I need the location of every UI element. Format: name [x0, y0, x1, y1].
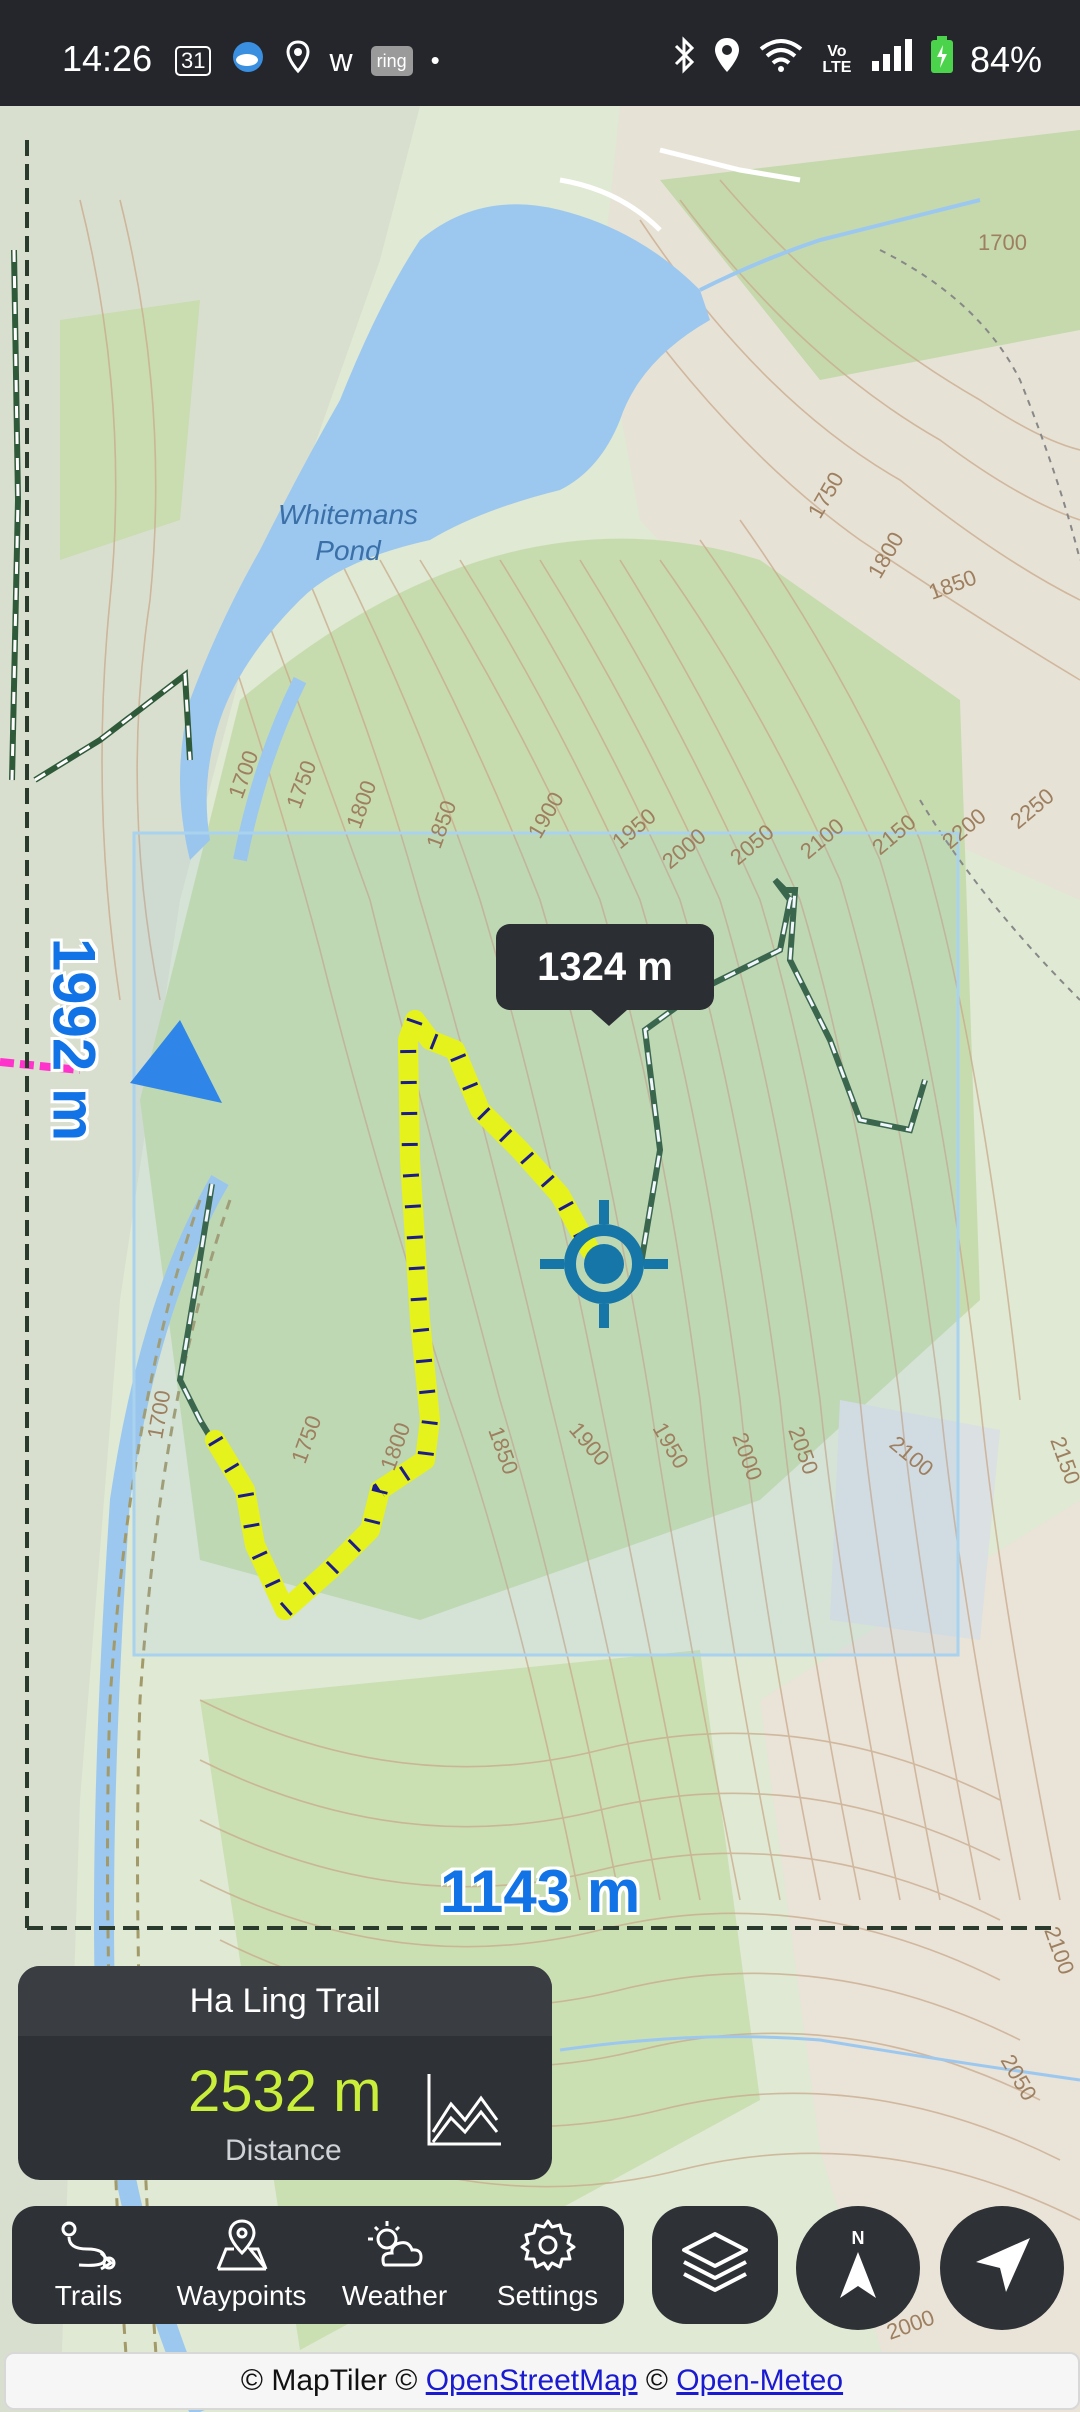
compass-button[interactable]: N: [796, 2206, 920, 2330]
lake-label-line1: Whitemans: [278, 499, 418, 530]
layers-icon: [680, 2230, 750, 2301]
weather-cloud-icon: [229, 41, 267, 80]
nav-weather[interactable]: Weather: [318, 2206, 471, 2324]
osm-link[interactable]: OpenStreetMap: [426, 2364, 638, 2397]
battery-percent: 84%: [969, 38, 1042, 80]
w-icon: w: [329, 42, 353, 78]
attribution-prefix: © MapTiler ©: [240, 2364, 426, 2397]
wifi-icon: [758, 37, 804, 82]
scale-label-vertical: 1992 m: [40, 937, 108, 1142]
nav-waypoints[interactable]: Waypoints: [165, 2206, 318, 2324]
signal-icon: [870, 37, 914, 82]
calendar-icon: 31: [175, 45, 212, 76]
svg-text:N: N: [852, 2228, 865, 2248]
settings-icon: [518, 2219, 578, 2276]
lake-label-line2: Pond: [315, 535, 382, 566]
bluetooth-icon: [672, 36, 696, 83]
trail-name: Ha Ling Trail: [18, 1966, 552, 2036]
scale-label-horizontal: 1143 m: [440, 1858, 641, 1925]
volte-icon: Vo LTE: [822, 42, 852, 76]
trail-distance: 2532 m: [188, 2059, 382, 2124]
dot-icon: •: [430, 45, 440, 75]
attribution-separator: ©: [637, 2364, 677, 2397]
trail-info-card[interactable]: Ha Ling Trail 2532 m Distance: [18, 1966, 552, 2180]
status-right-icons: Vo LTE 84%: [672, 36, 1042, 83]
nav-settings[interactable]: Settings: [471, 2206, 624, 2324]
open-meteo-link[interactable]: Open-Meteo: [676, 2364, 843, 2397]
weather-icon: [365, 2219, 425, 2276]
map-attribution: © MapTiler © OpenStreetMap © Open-Meteo: [4, 2352, 1080, 2410]
status-time: 14:26: [62, 38, 153, 79]
navigation-arrow-icon: [970, 2234, 1034, 2303]
trail-distance-label: Distance: [225, 2134, 342, 2167]
layers-button[interactable]: [652, 2206, 778, 2324]
contour-label: 1700: [978, 230, 1027, 255]
nav-weather-label: Weather: [341, 2280, 448, 2311]
location-icon: [712, 36, 742, 83]
elevation-graph-icon[interactable]: [423, 2070, 503, 2155]
nav-waypoints-label: Waypoints: [176, 2280, 307, 2311]
nav-trails[interactable]: Trails: [12, 2206, 165, 2324]
ring-icon: ring: [370, 45, 413, 76]
elevation-tooltip: 1324 m: [496, 924, 714, 1026]
compass-north-icon: N: [828, 2228, 888, 2309]
trails-icon: [59, 2219, 119, 2276]
bottom-nav: Trails Waypoints Weather Settings: [12, 2206, 624, 2324]
battery-icon: [930, 36, 954, 83]
waypoints-icon: [212, 2219, 272, 2276]
locate-button[interactable]: [940, 2206, 1064, 2330]
location-pin-icon: [285, 40, 311, 81]
nav-trails-label: Trails: [54, 2280, 123, 2311]
status-bar: 14:26 31 w ring • Vo LTE 84%: [0, 0, 1080, 106]
status-left-icons: 31 w ring •: [175, 40, 440, 81]
nav-settings-label: Settings: [496, 2280, 599, 2311]
